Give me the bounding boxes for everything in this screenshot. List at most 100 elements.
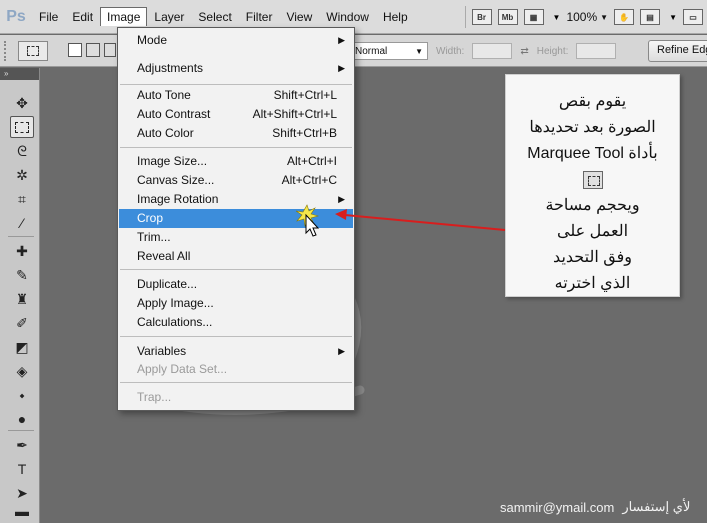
menu-window[interactable]: Window: [319, 7, 376, 27]
screen-mode-button[interactable]: ▭: [683, 9, 703, 25]
menu-item-image-size[interactable]: Image Size... Alt+Ctrl+I: [119, 152, 353, 171]
divider: [8, 430, 34, 431]
menu-filter[interactable]: Filter: [239, 7, 280, 27]
shortcut-label: Alt+Ctrl+I: [286, 154, 337, 168]
menu-item-mode[interactable]: Mode ▶: [119, 31, 353, 50]
menu-item-auto-contrast[interactable]: Auto Contrast Alt+Shift+Ctrl+L: [119, 105, 353, 124]
menu-edit[interactable]: Edit: [65, 7, 100, 27]
menu-item-label: Duplicate...: [137, 277, 198, 291]
view-extras-button[interactable]: ▦: [523, 9, 544, 25]
shortcut-label: Alt+Ctrl+C: [281, 173, 337, 187]
menu-item-label: Trap...: [137, 390, 172, 404]
menu-item-label: Reveal All: [137, 249, 191, 263]
zoom-level[interactable]: 100% ▼: [566, 10, 608, 24]
menu-item-duplicate[interactable]: Duplicate...: [119, 275, 353, 294]
style-select[interactable]: Normal ▼: [350, 42, 428, 60]
menu-item-variables[interactable]: Variables ▶: [119, 342, 353, 361]
menu-item-auto-tone[interactable]: Auto Tone Shift+Ctrl+L: [119, 86, 353, 105]
menubar-right-controls: Br Mb ▦ ▼ 100% ▼ ✋ ▤ ▼ ▭: [464, 0, 707, 34]
menu-item-calculations[interactable]: Calculations...: [119, 313, 353, 332]
menu-item-canvas-size[interactable]: Canvas Size... Alt+Ctrl+C: [119, 171, 353, 190]
width-label: Width:: [436, 45, 465, 57]
chevron-down-icon[interactable]: ▼: [669, 13, 677, 22]
crop-tool-icon[interactable]: ⌗: [10, 188, 34, 210]
contact-footer: sammir@ymail.com لأي إستفسار: [500, 498, 705, 516]
quick-selection-tool-icon[interactable]: ✲: [10, 164, 34, 186]
height-field[interactable]: [576, 43, 617, 59]
divider: [8, 236, 34, 237]
subtract-from-selection-icon[interactable]: [104, 43, 116, 57]
chevron-down-icon: ▼: [600, 12, 609, 22]
shortcut-label: Shift+Ctrl+B: [272, 126, 337, 140]
menu-help[interactable]: Help: [376, 7, 415, 27]
style-value: Normal: [355, 45, 388, 57]
brush-tool-icon[interactable]: ✎: [10, 264, 34, 286]
menu-item-label: Adjustments: [137, 61, 204, 75]
history-brush-tool-icon[interactable]: ✐: [10, 312, 34, 334]
add-to-selection-icon[interactable]: [86, 43, 100, 57]
refine-edge-button[interactable]: Refine Edge: [648, 40, 707, 62]
menu-item-apply-image[interactable]: Apply Image...: [119, 294, 353, 313]
menu-item-adjustments[interactable]: Adjustments ▶: [119, 59, 353, 78]
menu-item-label: Mode: [137, 33, 168, 47]
swap-icon[interactable]: ⇄: [520, 46, 528, 57]
mouse-cursor-icon: [295, 204, 320, 237]
explanation-callout: يقوم بقص الصورة بعد تحديدها بأداة Marque…: [505, 74, 680, 297]
lasso-tool-icon[interactable]: ᘓ: [10, 140, 34, 162]
chevron-down-icon[interactable]: ▼: [553, 13, 561, 22]
callout-line: العمل على: [556, 223, 629, 240]
menu-item-label: Image Rotation: [137, 192, 219, 206]
width-field[interactable]: [472, 43, 513, 59]
submenu-arrow-icon: ▶: [338, 63, 345, 73]
divider: [464, 6, 466, 28]
menu-item-label: Image Size...: [137, 154, 208, 168]
rectangular-marquee-tool-icon[interactable]: [10, 116, 34, 138]
menu-file[interactable]: File: [32, 7, 65, 27]
pen-tool-icon[interactable]: ✒: [10, 434, 34, 456]
panel-collapse-icon[interactable]: »: [0, 68, 39, 80]
menu-item-auto-color[interactable]: Auto Color Shift+Ctrl+B: [119, 124, 353, 143]
menu-image[interactable]: Image: [100, 7, 148, 26]
blur-tool-icon[interactable]: ⬩: [10, 384, 34, 406]
bridge-button[interactable]: Br: [471, 9, 492, 25]
menu-divider: [120, 84, 352, 85]
type-tool-icon[interactable]: T: [10, 458, 34, 480]
hand-icon[interactable]: ✋: [614, 9, 635, 25]
new-selection-icon[interactable]: [68, 43, 82, 57]
tool-preset-picker[interactable]: [18, 41, 48, 61]
menu-item-apply-data-set: Apply Data Set...: [119, 360, 353, 379]
menu-item-label: Auto Color: [137, 126, 194, 140]
marquee-tool-icon: [582, 170, 603, 189]
shortcut-label: Shift+Ctrl+L: [273, 88, 337, 102]
menu-layer[interactable]: Layer: [147, 7, 191, 27]
dodge-tool-icon[interactable]: ●: [10, 408, 34, 430]
healing-brush-tool-icon[interactable]: ✚: [10, 240, 34, 262]
grip-handle[interactable]: [4, 41, 8, 61]
menu-item-reveal-all[interactable]: Reveal All: [119, 247, 353, 266]
menu-view[interactable]: View: [279, 7, 319, 27]
eraser-tool-icon[interactable]: ◩: [10, 336, 34, 358]
menu-item-label: Apply Data Set...: [137, 362, 228, 376]
callout-line: ويحجم مساحة: [545, 197, 640, 214]
callout-icon-row: [506, 167, 679, 193]
arrange-documents-button[interactable]: ▤: [640, 9, 661, 25]
contact-email: sammir@ymail.com: [500, 499, 615, 515]
callout-text: بأداة: [628, 145, 658, 162]
tools-panel: » ✥ ᘓ ✲ ⌗ ⁄ ✚ ✎ ♜ ✐ ◩ ◈ ⬩ ● ✒ T ➤ ▬: [0, 68, 40, 523]
chevron-down-icon: ▼: [415, 46, 423, 56]
mini-bridge-button[interactable]: Mb: [497, 9, 518, 25]
eyedropper-tool-icon[interactable]: ⁄: [10, 212, 34, 234]
menu-select[interactable]: Select: [191, 7, 238, 27]
paint-bucket-tool-icon[interactable]: ◈: [10, 360, 34, 382]
move-tool-icon[interactable]: ✥: [10, 92, 34, 114]
clone-stamp-tool-icon[interactable]: ♜: [10, 288, 34, 310]
menu-divider: [120, 269, 352, 270]
callout-line: الصورة بعد تحديدها: [529, 119, 656, 136]
menu-item-label: Crop: [137, 211, 164, 225]
submenu-arrow-icon: ▶: [338, 35, 345, 45]
rectangular-marquee-icon: [27, 46, 39, 56]
tool-name-text: Marquee Tool: [527, 145, 624, 162]
rectangle-tool-icon[interactable]: ▬: [10, 500, 34, 522]
callout-line: بأداة Marquee Tool: [506, 141, 679, 167]
menu-item-label: Trim...: [137, 230, 171, 244]
